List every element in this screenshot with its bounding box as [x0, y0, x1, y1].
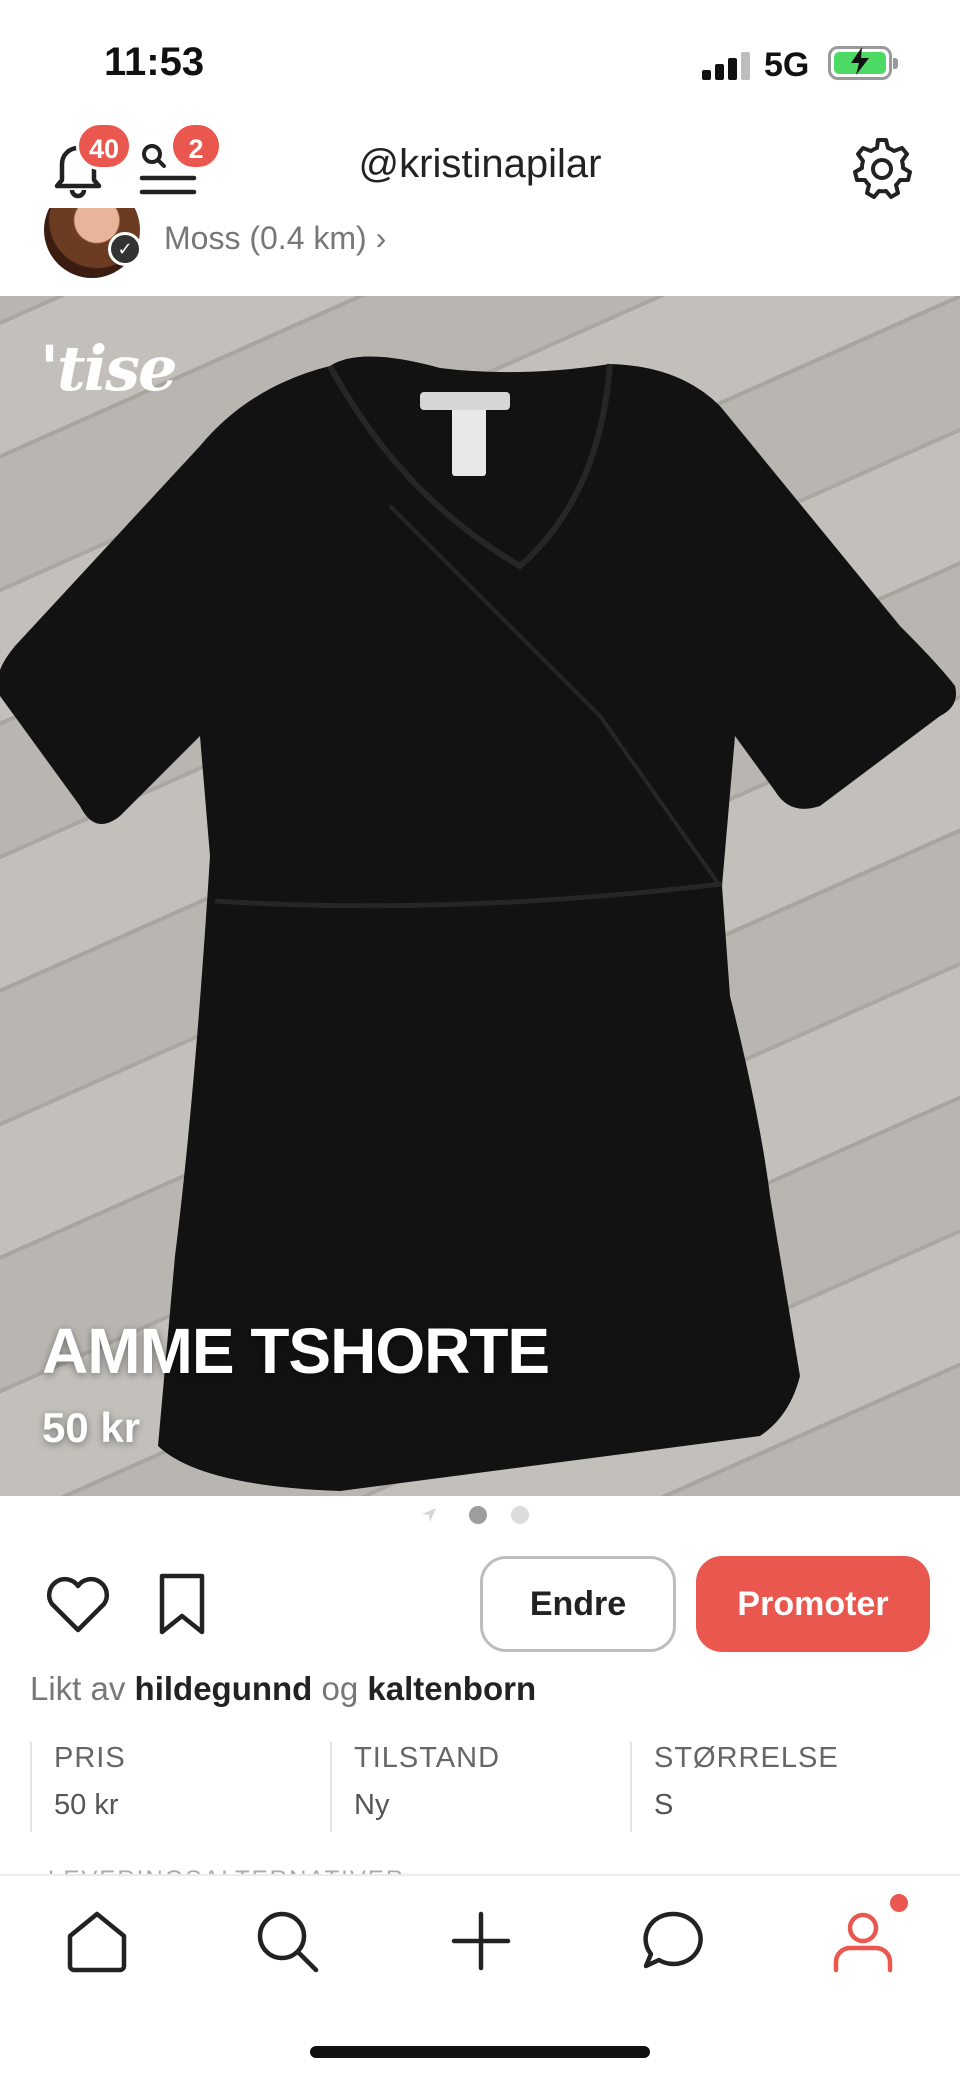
action-row: Endre Promoter — [0, 1554, 960, 1654]
detail-price: PRIS 50 kr — [30, 1742, 330, 1832]
top-nav: 40 2 @kristinapilar — [0, 120, 960, 220]
network-label: 5G — [764, 46, 810, 84]
battery-charging-icon — [828, 46, 898, 80]
detail-condition: TILSTAND Ny — [330, 1742, 630, 1832]
detail-size: STØRRELSE S — [630, 1742, 930, 1832]
home-icon[interactable] — [62, 1906, 132, 1976]
detail-value: S — [654, 1789, 674, 1821]
detail-value: Ny — [354, 1789, 390, 1821]
profile-notification-dot — [890, 1894, 908, 1912]
status-bar: 11:53 5G — [0, 0, 960, 120]
liked-by: Likt av hildegunnd og kaltenborn — [30, 1670, 536, 1708]
location-arrow-icon — [421, 1508, 436, 1522]
chat-icon[interactable] — [638, 1906, 708, 1976]
item-price: 50 kr — [42, 1404, 141, 1451]
liked-user-1[interactable]: hildegunnd — [135, 1670, 313, 1707]
item-title: AMME TSHORTE — [42, 1315, 550, 1387]
seller-location[interactable]: Moss (0.4 km) › — [164, 220, 386, 257]
image-pager — [0, 1506, 960, 1530]
detail-label: TILSTAND — [354, 1742, 501, 1774]
listing-photo[interactable]: 'tise AMME TSHORTE 50 kr — [0, 296, 960, 1496]
liked-user-2[interactable]: kaltenborn — [367, 1670, 536, 1707]
detail-value: 50 kr — [54, 1789, 119, 1821]
add-icon[interactable] — [446, 1906, 516, 1976]
home-indicator[interactable] — [310, 2046, 650, 2058]
profile-handle[interactable]: @kristinapilar — [0, 142, 960, 187]
detail-label: STØRRELSE — [654, 1742, 839, 1774]
liked-conjunction: og — [321, 1670, 359, 1707]
checkmark-icon: ✓ — [108, 232, 142, 266]
pager-dot-1[interactable] — [469, 1506, 487, 1524]
pager-dot-2[interactable] — [511, 1506, 530, 1524]
cellular-signal-icon — [702, 50, 752, 80]
tise-watermark: 'tise — [40, 332, 178, 405]
edit-button[interactable]: Endre — [480, 1556, 676, 1652]
promote-button[interactable]: Promoter — [696, 1556, 930, 1652]
profile-icon[interactable] — [828, 1906, 898, 1976]
heart-icon[interactable] — [44, 1572, 112, 1636]
liked-prefix: Likt av — [30, 1670, 126, 1707]
gear-icon[interactable] — [850, 136, 914, 200]
seller-row[interactable]: ✓ Moss (0.4 km) › — [0, 208, 960, 294]
status-time: 11:53 — [104, 40, 205, 84]
bottom-tab-bar — [0, 1874, 960, 2078]
search-icon[interactable] — [252, 1906, 322, 1976]
bookmark-icon[interactable] — [154, 1570, 210, 1638]
details-grid: PRIS 50 kr TILSTAND Ny STØRRELSE S — [30, 1742, 930, 1832]
detail-label: PRIS — [54, 1742, 126, 1774]
